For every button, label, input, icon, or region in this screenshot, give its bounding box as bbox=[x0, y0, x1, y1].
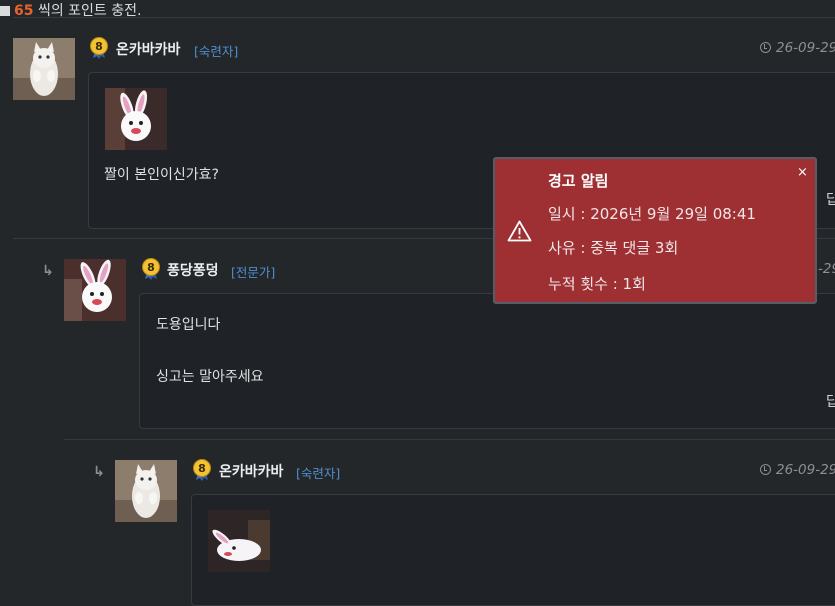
level-badge-icon: 8 bbox=[90, 37, 108, 59]
svg-text:8: 8 bbox=[147, 261, 155, 274]
comment-date: 26-09-29 bbox=[760, 40, 835, 56]
reply-button[interactable]: 답 bbox=[826, 189, 835, 209]
alert-count: 누적 횟수 : 1회 bbox=[548, 275, 646, 293]
avatar-cat[interactable] bbox=[13, 38, 75, 100]
comment-text-line: 싱고는 말아주세요 bbox=[156, 369, 264, 385]
svg-text:8: 8 bbox=[95, 40, 103, 53]
author-rank: [전문가] bbox=[231, 265, 276, 280]
author-rank: [숙련자] bbox=[296, 466, 341, 481]
comment-body-box bbox=[191, 494, 835, 606]
comment-text: 짤이 본인이신가효? bbox=[104, 167, 219, 183]
svg-text:8: 8 bbox=[198, 462, 206, 475]
warning-triangle-icon bbox=[507, 220, 532, 242]
alert-datetime: 일시 : 2026년 9월 29일 08:41 bbox=[548, 205, 756, 223]
reply-button[interactable]: 답 bbox=[826, 391, 835, 411]
author-name[interactable]: 온카바카바 bbox=[219, 461, 283, 481]
divider bbox=[64, 439, 835, 440]
author-name[interactable]: 퐁당퐁덩 bbox=[167, 260, 219, 280]
attached-image-rabbit[interactable] bbox=[105, 88, 167, 150]
author-rank: [숙련자] bbox=[194, 44, 239, 59]
clock-icon bbox=[760, 464, 771, 475]
avatar-cat[interactable] bbox=[115, 460, 177, 522]
comment-body-box bbox=[139, 293, 835, 429]
checkbox-icon bbox=[0, 6, 10, 16]
alert-reason: 사유 : 중복 댓글 3회 bbox=[548, 239, 679, 257]
author-name[interactable]: 온카바카바 bbox=[116, 39, 180, 59]
clock-icon bbox=[760, 42, 771, 53]
reply-indent-arrow-icon: ↳ bbox=[93, 464, 105, 480]
alert-title: 경고 알림 bbox=[548, 172, 609, 190]
avatar-rabbit[interactable] bbox=[64, 259, 126, 321]
comment-date: 26-09-29 bbox=[760, 462, 835, 478]
reply-indent-arrow-icon: ↳ bbox=[42, 263, 54, 279]
comment-text-line: 도용입니다 bbox=[156, 317, 221, 333]
level-badge-icon: 8 bbox=[142, 258, 160, 280]
divider bbox=[13, 17, 835, 18]
comment-date: -29 bbox=[818, 261, 835, 277]
level-badge-icon: 8 bbox=[193, 459, 211, 481]
attached-image-rabbit[interactable] bbox=[208, 510, 270, 572]
warning-alert: 경고 알림 × 일시 : 2026년 9월 29일 08:41 사유 : 중복 … bbox=[493, 157, 817, 304]
close-icon[interactable]: × bbox=[797, 165, 808, 180]
